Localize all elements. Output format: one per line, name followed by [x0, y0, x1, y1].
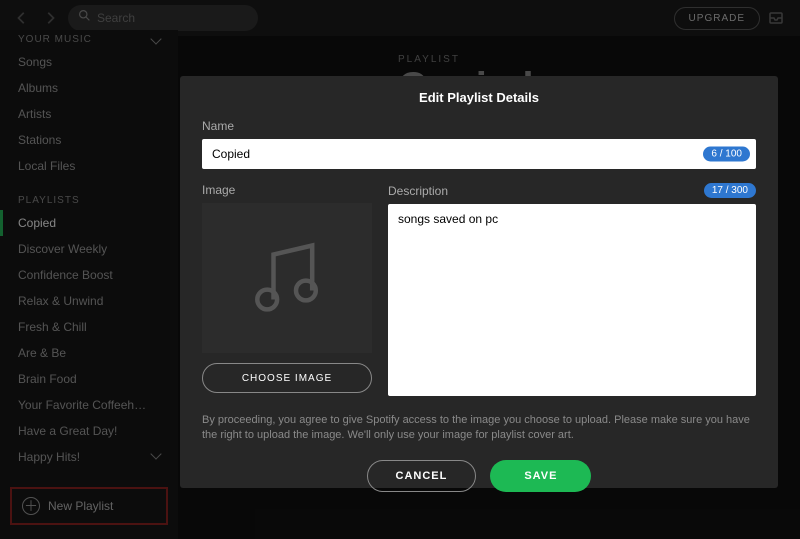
cancel-button[interactable]: CANCEL	[367, 460, 477, 492]
choose-image-button[interactable]: CHOOSE IMAGE	[202, 363, 372, 393]
save-button[interactable]: SAVE	[490, 460, 591, 492]
disclaimer-text: By proceeding, you agree to give Spotify…	[202, 413, 756, 444]
description-label: Description	[388, 184, 448, 198]
image-label: Image	[202, 183, 372, 197]
image-placeholder	[202, 203, 372, 353]
playlist-name-input[interactable]	[202, 139, 756, 169]
description-char-counter: 17 / 300	[704, 183, 756, 198]
name-char-counter: 6 / 100	[703, 147, 750, 162]
edit-playlist-modal: Edit Playlist Details Name 6 / 100 Image…	[180, 76, 778, 488]
music-note-icon	[242, 232, 332, 325]
modal-title: Edit Playlist Details	[202, 90, 756, 105]
name-label: Name	[202, 119, 756, 133]
playlist-description-input[interactable]: songs saved on pc	[388, 204, 756, 396]
